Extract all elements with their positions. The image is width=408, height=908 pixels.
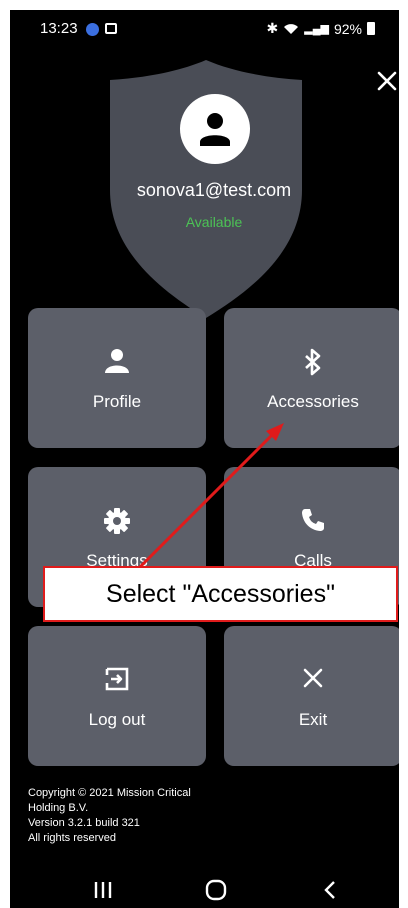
bluetooth-status-icon: ✱ — [266, 20, 279, 36]
logout-button[interactable]: Log out — [28, 626, 206, 766]
logout-icon — [105, 667, 129, 691]
status-indicators: ✱ ▂▄▆ 92% — [267, 20, 375, 37]
gear-icon — [104, 508, 130, 534]
avatar — [180, 94, 250, 164]
logout-label: Log out — [88, 710, 146, 729]
close-icon — [303, 668, 323, 688]
annotation-callout: Select "Accessories" — [43, 566, 398, 622]
person-icon — [105, 349, 129, 373]
recent-apps-icon[interactable] — [88, 878, 118, 902]
availability-status: Available — [185, 214, 243, 230]
phone-icon — [302, 509, 324, 531]
person-icon — [200, 113, 230, 146]
home-icon[interactable] — [201, 878, 231, 902]
wifi-icon — [284, 23, 299, 34]
profile-button[interactable]: Profile — [28, 308, 206, 448]
image-notification-icon — [105, 23, 117, 34]
footer: Copyright © 2021 Mission Critical Holdin… — [28, 786, 191, 846]
exit-button[interactable]: Exit — [224, 626, 399, 766]
signal-icon: ▂▄▆ — [304, 23, 329, 35]
copyright-line-1: Copyright © 2021 Mission Critical — [28, 787, 191, 799]
notification-icon — [86, 23, 99, 36]
accessories-button[interactable]: Accessories — [224, 308, 399, 448]
bluetooth-icon — [305, 348, 321, 376]
status-time: 13:23 — [40, 20, 78, 37]
close-icon[interactable] — [376, 70, 398, 92]
back-icon[interactable] — [316, 878, 346, 902]
app-screen: 13:23 ✱ ▂▄▆ 92% sonova1@test.com Availab… — [10, 10, 399, 908]
battery-icon — [367, 22, 375, 35]
version-text: Version 3.2.1 build 321 — [28, 817, 140, 829]
status-bar: 13:23 ✱ ▂▄▆ 92% — [10, 10, 399, 48]
user-email: sonova1@test.com — [136, 180, 292, 200]
profile-label: Profile — [92, 392, 142, 411]
battery-percent: 92% — [333, 20, 362, 37]
copyright-line-2: Holding B.V. — [28, 802, 89, 814]
exit-label: Exit — [298, 710, 328, 729]
accessories-label: Accessories — [267, 392, 359, 411]
system-nav-bar — [10, 870, 399, 908]
rights-text: All rights reserved — [28, 832, 117, 844]
